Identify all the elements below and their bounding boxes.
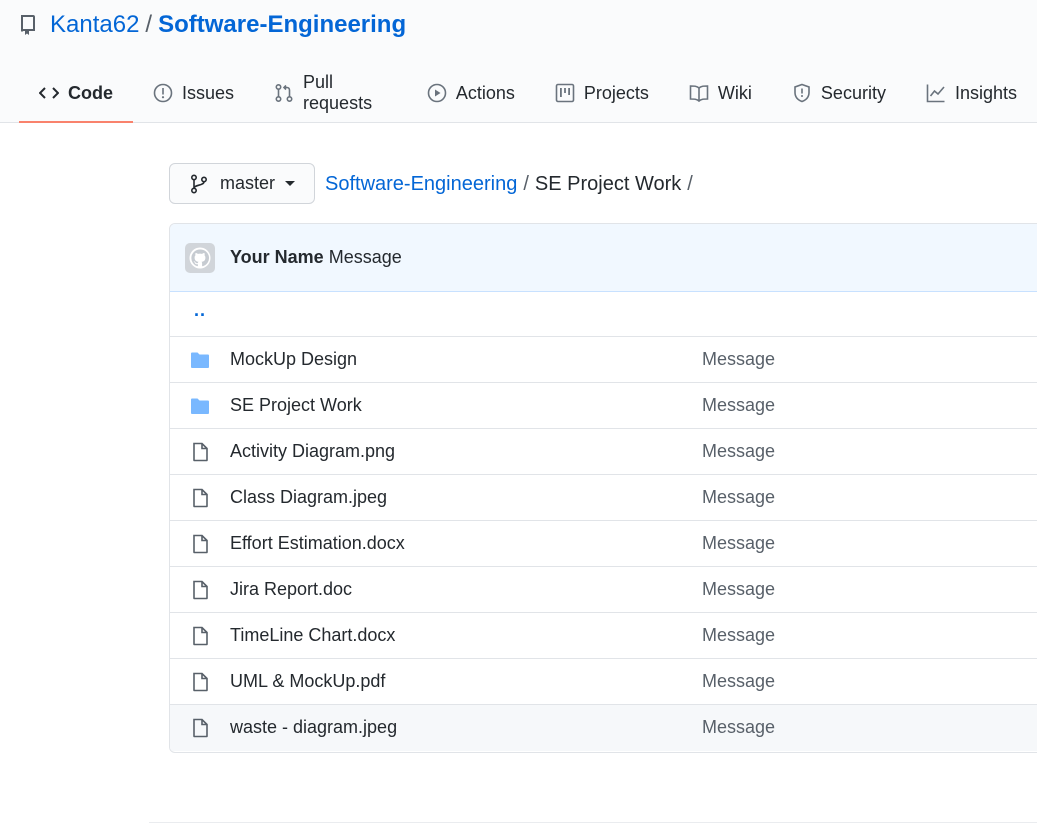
file-commit-message[interactable]: Message [702,395,775,416]
branch-select-button[interactable]: master [169,163,315,204]
tab-insights[interactable]: Insights [906,66,1037,122]
file-row[interactable]: Activity Diagram.png Message [170,429,1037,475]
tab-label: Actions [455,82,515,103]
file-name-link[interactable]: Jira Report.doc [230,579,352,600]
git-pull-request-icon [274,83,294,103]
tab-label: Projects [583,82,649,103]
file-commit-message[interactable]: Message [702,441,775,462]
repo-title: Kanta62 / Software-Engineering [20,8,406,42]
latest-commit-bar: Your Name Message [170,224,1037,292]
file-name-link[interactable]: MockUp Design [230,349,357,370]
repo-owner-link[interactable]: Kanta62 [50,11,139,39]
tab-pull-requests[interactable]: Pull requests [254,66,407,122]
breadcrumb-separator: / [687,172,693,195]
issue-opened-icon [153,83,173,103]
tab-wiki[interactable]: Wiki [669,66,772,122]
tab-label: Wiki [717,82,752,103]
footer-divider [149,822,1037,823]
folder-icon [190,350,210,370]
commit-author[interactable]: Your Name [230,247,324,267]
shield-icon [792,83,812,103]
tab-label: Code [68,82,113,103]
tab-projects[interactable]: Projects [535,66,669,122]
repo-separator: / [145,11,153,38]
parent-directory-link[interactable]: .. [194,300,206,321]
tab-issues[interactable]: Issues [133,66,254,122]
file-icon [190,488,210,508]
file-name-link[interactable]: Activity Diagram.png [230,441,395,462]
graph-icon [926,83,946,103]
file-name-link[interactable]: UML & MockUp.pdf [230,671,385,692]
repo-name-link[interactable]: Software-Engineering [158,11,406,39]
file-row[interactable]: Class Diagram.jpeg Message [170,475,1037,521]
file-icon [190,442,210,462]
file-name-link[interactable]: Class Diagram.jpeg [230,487,387,508]
tab-code[interactable]: Code [19,66,133,123]
commit-message[interactable]: Message [329,247,402,267]
file-name-link[interactable]: SE Project Work [230,395,362,416]
file-icon [190,672,210,692]
tab-label: Insights [954,82,1017,103]
file-row-folder[interactable]: SE Project Work Message [170,383,1037,429]
file-icon [190,626,210,646]
file-row[interactable]: UML & MockUp.pdf Message [170,659,1037,705]
file-icon [190,580,210,600]
file-commit-message[interactable]: Message [702,717,775,738]
repo-icon [20,15,38,35]
breadcrumb-separator: / [523,172,529,195]
github-octocat-icon [189,247,211,268]
file-icon [190,718,210,738]
book-icon [689,83,709,103]
file-commit-message[interactable]: Message [702,533,775,554]
tab-actions[interactable]: Actions [407,66,535,122]
git-branch-icon [190,173,208,194]
tab-label: Pull requests [303,72,373,113]
tab-label: Issues [182,82,235,103]
file-list-box: Your Name Message .. MockUp Design Messag… [169,223,1037,753]
file-name-link[interactable]: Effort Estimation.docx [230,533,405,554]
file-commit-message[interactable]: Message [702,625,775,646]
branch-name: master [220,173,276,193]
file-name-link[interactable]: waste - diagram.jpeg [230,717,397,738]
tab-label: Security [820,82,886,103]
folder-icon [190,396,210,416]
file-commit-message[interactable]: Message [702,671,775,692]
avatar[interactable] [185,242,215,273]
file-commit-message[interactable]: Message [702,349,775,370]
parent-directory-row: .. [170,292,1037,337]
file-row[interactable]: Jira Report.doc Message [170,567,1037,613]
file-row[interactable]: waste - diagram.jpeg Message [170,705,1037,751]
chevron-down-icon [285,181,296,186]
commit-summary: Your Name Message [230,247,402,268]
file-row[interactable]: TimeLine Chart.docx Message [170,613,1037,659]
file-commit-message[interactable]: Message [702,487,775,508]
file-row[interactable]: Effort Estimation.docx Message [170,521,1037,567]
file-row-folder[interactable]: MockUp Design Message [170,337,1037,383]
play-icon [427,83,447,103]
file-name-link[interactable]: TimeLine Chart.docx [230,625,395,646]
breadcrumb: Software-Engineering / SE Project Work / [325,170,699,198]
tab-security[interactable]: Security [772,66,906,122]
repo-nav-tabs: Code Issues Pull requests Actions Projec… [19,66,1037,123]
breadcrumb-root-link[interactable]: Software-Engineering [325,173,517,196]
project-icon [555,83,575,103]
code-icon [39,83,59,103]
file-icon [190,534,210,554]
repo-header: Kanta62 / Software-Engineering Code Issu… [0,0,1037,123]
file-commit-message[interactable]: Message [702,579,775,600]
breadcrumb-current: SE Project Work [534,172,682,195]
